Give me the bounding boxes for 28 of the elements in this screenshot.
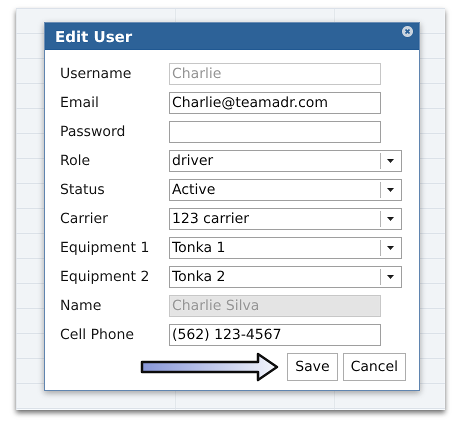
dialog-title: Edit User <box>55 28 132 46</box>
field-label: Role <box>60 153 92 169</box>
select-field[interactable]: Tonka 1 <box>169 237 402 259</box>
arrow-icon <box>140 352 280 382</box>
input-field[interactable]: (562) 123-4567 <box>169 324 381 346</box>
input-field[interactable] <box>169 121 381 143</box>
input-field[interactable]: Charlie@teamadr.com <box>169 92 381 114</box>
caret-icon <box>387 217 394 221</box>
field-label: Name <box>60 298 102 314</box>
field-label: Equipment 2 <box>60 269 150 285</box>
close-icon[interactable] <box>402 26 413 37</box>
field-label: Equipment 1 <box>60 240 150 256</box>
select-field[interactable]: driver <box>169 150 402 172</box>
select-field[interactable]: 123 carrier <box>169 208 402 230</box>
field-label: Email <box>60 95 100 111</box>
save-button[interactable]: Save <box>287 353 338 381</box>
field-label: Cell Phone <box>60 327 135 343</box>
caret-icon <box>387 246 394 250</box>
select-field[interactable]: Tonka 2 <box>169 266 402 288</box>
cancel-button[interactable]: Cancel <box>342 353 406 381</box>
caret-icon <box>387 188 394 192</box>
field-label: Carrier <box>60 211 109 227</box>
field-label: Username <box>60 66 132 82</box>
field-label: Password <box>60 124 126 140</box>
caret-icon <box>387 275 394 279</box>
select-field[interactable]: Active <box>169 179 402 201</box>
field-label: Status <box>60 182 106 198</box>
caret-icon <box>387 159 394 163</box>
